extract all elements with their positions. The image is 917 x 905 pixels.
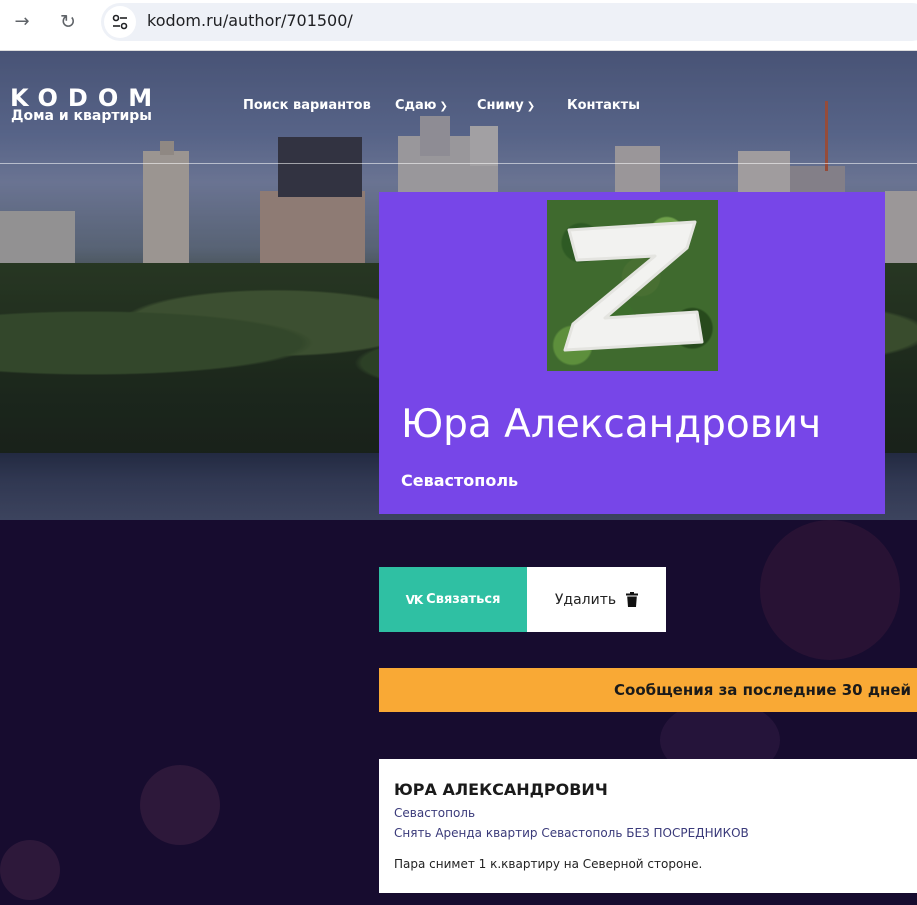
profile-avatar — [547, 200, 718, 371]
tune-icon[interactable] — [104, 6, 136, 38]
menu-item-rent-out[interactable]: Сдаю ❯ — [395, 98, 448, 113]
contact-button[interactable]: VK Связаться — [379, 567, 527, 632]
url-text[interactable]: kodom.ru/author/701500/ — [147, 11, 353, 30]
messages-banner: Сообщения за последние 30 дней д — [379, 668, 917, 712]
menu-item-search[interactable]: Поиск вариантов — [243, 98, 371, 113]
post-category[interactable]: Снять Аренда квартир Севастополь БЕЗ ПОС… — [394, 826, 749, 840]
profile-name: Юра Александрович — [401, 402, 822, 447]
post-city[interactable]: Севастополь — [394, 806, 475, 820]
delete-button[interactable]: Удалить — [527, 567, 666, 632]
arrow-right-icon[interactable]: → — [8, 8, 36, 36]
menu-item-contacts[interactable]: Контакты — [567, 98, 640, 113]
post-card[interactable]: ЮРА АЛЕКСАНДРОВИЧ Севастополь Снять Арен… — [379, 759, 917, 893]
post-author[interactable]: ЮРА АЛЕКСАНДРОВИЧ — [394, 780, 608, 799]
chevron-down-icon: ❯ — [526, 101, 536, 112]
trash-icon — [626, 592, 639, 607]
menu-item-rent[interactable]: Сниму ❯ — [477, 98, 535, 113]
header-divider — [0, 163, 917, 164]
reload-icon[interactable]: ↻ — [54, 8, 82, 36]
profile-card: Юра Александрович Севастополь — [379, 192, 885, 514]
profile-city: Севастополь — [401, 471, 519, 490]
site-logo-subtitle[interactable]: Дома и квартиры — [11, 108, 152, 124]
post-text: Пара снимет 1 к.квартиру на Северной сто… — [394, 857, 703, 871]
vk-icon: VK — [405, 592, 424, 607]
banner-text: Сообщения за последние 30 дней д — [614, 681, 917, 699]
browser-toolbar: → ↻ kodom.ru/author/701500/ — [0, 0, 917, 51]
chevron-down-icon: ❯ — [439, 101, 448, 112]
